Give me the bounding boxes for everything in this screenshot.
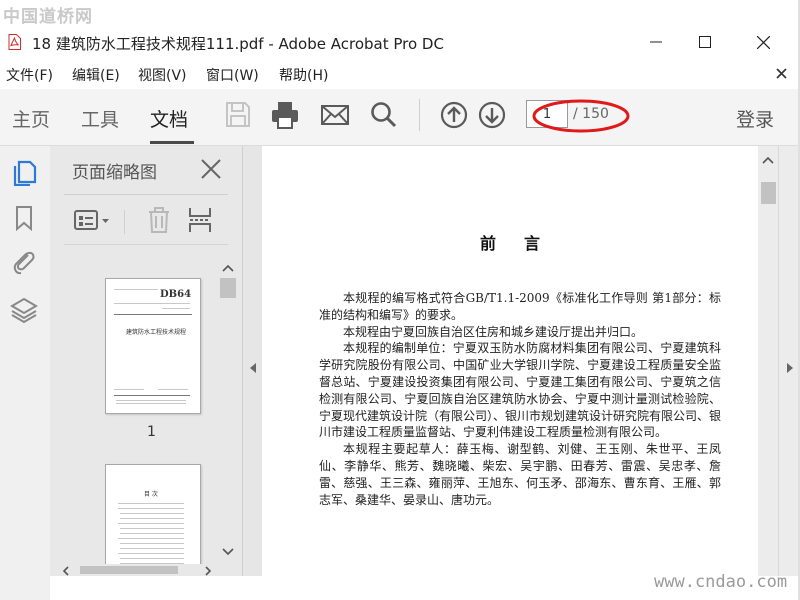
tab-document[interactable]: 文档 <box>150 105 188 132</box>
scrollbar-thumb[interactable] <box>80 566 178 574</box>
print-icon[interactable] <box>269 99 301 131</box>
page-thumbnails-icon[interactable] <box>10 158 38 186</box>
document-vertical-scrollbar[interactable] <box>758 146 778 576</box>
menu-file[interactable]: 文件(F) <box>6 65 53 85</box>
email-icon[interactable] <box>319 99 351 131</box>
scroll-up-arrow-icon[interactable] <box>222 264 234 272</box>
close-panel-icon[interactable] <box>200 158 222 180</box>
thumbnail-heading: 目 次 <box>144 491 158 498</box>
scroll-left-arrow-icon[interactable] <box>62 566 70 576</box>
maximize-button[interactable] <box>682 26 728 58</box>
scroll-right-arrow-icon[interactable] <box>204 566 212 576</box>
watermark-url: www.cndao.com <box>654 572 788 592</box>
close-icon <box>756 35 770 49</box>
minimize-button[interactable] <box>633 26 679 58</box>
window-title: 18 建筑防水工程技术规程111.pdf - Adobe Acrobat Pro… <box>32 35 444 53</box>
document-paragraph: 本规程的编写格式符合GB/T1.1-2009《标准化工作导则 第1部分：标准的结… <box>319 291 721 322</box>
document-heading: 前言 <box>479 234 568 253</box>
menu-view[interactable]: 视图(V) <box>138 65 187 85</box>
page-down-icon[interactable] <box>476 99 508 131</box>
page-thumbnail-1[interactable]: DB64 建筑防水工程技术规程 <box>105 278 201 414</box>
main-toolbar: 主页 工具 文档 / 150 登录 <box>0 89 800 146</box>
document-paragraph: 本规程主要起草人：薛玉梅、谢型鹤、刘健、王玉刚、朱世平、王凤仙、李静华、熊芳、魏… <box>319 442 721 507</box>
watermark-text: 中国道桥网 <box>3 7 93 27</box>
thumbnail-vertical-scrollbar[interactable] <box>218 260 238 562</box>
thumbnail-code: DB64 <box>160 289 192 300</box>
page-thumbnail-2[interactable]: 目 次 <box>105 464 201 577</box>
search-icon[interactable] <box>368 99 400 131</box>
panel-footer <box>50 576 243 600</box>
panel-toolbar-divider <box>64 244 228 245</box>
thumbnail-panel: 页面缩略图 DB64 建筑防水工程技术规程 1 目 次 <box>50 146 243 577</box>
thumbnail-title: 建筑防水工程技术规程 <box>126 329 187 336</box>
menu-help[interactable]: 帮助(H) <box>279 65 328 85</box>
collapse-left-panel-handle[interactable] <box>243 146 262 576</box>
close-document-icon[interactable] <box>776 68 787 79</box>
scrollbar-thumb[interactable] <box>761 182 776 204</box>
bookmarks-icon[interactable] <box>10 204 38 232</box>
expand-right-panel-handle[interactable] <box>778 146 800 576</box>
minimize-icon <box>650 41 662 43</box>
close-window-button[interactable] <box>740 26 786 58</box>
scrollbar-thumb[interactable] <box>220 278 236 298</box>
tab-home[interactable]: 主页 <box>12 105 50 132</box>
menu-edit[interactable]: 编辑(E) <box>72 65 120 85</box>
menu-window[interactable]: 窗口(W) <box>206 65 259 85</box>
login-button[interactable]: 登录 <box>736 105 774 132</box>
thumbnail-page-label: 1 <box>147 424 156 440</box>
document-paragraph: 本规程的编制单位：宁夏双玉防水防腐材料集团有限公司、宁夏建筑科学研究院股份有限公… <box>319 341 722 440</box>
panel-title: 页面缩略图 <box>72 163 157 183</box>
document-body: 本规程的编写格式符合GB/T1.1-2009《标准化工作导则 第1部分：标准的结… <box>319 290 721 508</box>
document-viewport: 前言 本规程的编写格式符合GB/T1.1-2009《标准化工作导则 第1部分：标… <box>243 146 800 576</box>
scroll-up-arrow-icon[interactable] <box>762 156 774 164</box>
active-tab-indicator <box>150 141 194 144</box>
pdf-file-icon <box>8 34 21 50</box>
menu-bar: 文件(F) 编辑(E) 视图(V) 窗口(W) 帮助(H) <box>0 62 800 86</box>
layers-icon[interactable] <box>10 296 38 324</box>
scroll-down-arrow-icon[interactable] <box>222 548 234 556</box>
panel-tool-divider <box>124 210 125 234</box>
document-paragraph: 本规程由宁夏回族自治区住房和城乡建设厅提出并归口。 <box>343 324 644 339</box>
attachments-icon[interactable] <box>10 248 38 276</box>
pdf-page[interactable]: 前言 本规程的编写格式符合GB/T1.1-2009《标准化工作导则 第1部分：标… <box>262 146 758 576</box>
expand-right-arrow-icon[interactable] <box>786 362 794 374</box>
extract-page-icon[interactable] <box>186 206 214 234</box>
thumbnail-options-icon[interactable] <box>72 208 112 234</box>
page-up-icon[interactable] <box>438 99 470 131</box>
thumbnail-horizontal-scrollbar[interactable] <box>54 564 218 576</box>
toolbar-divider <box>419 99 420 131</box>
red-annotation-ellipse <box>532 99 630 133</box>
panel-divider <box>64 194 228 195</box>
delete-page-icon[interactable] <box>146 206 172 234</box>
save-icon[interactable] <box>222 99 254 131</box>
maximize-icon <box>699 36 711 48</box>
collapse-left-arrow-icon[interactable] <box>249 362 257 374</box>
navigation-rail <box>0 146 50 600</box>
tab-tools[interactable]: 工具 <box>81 105 119 132</box>
